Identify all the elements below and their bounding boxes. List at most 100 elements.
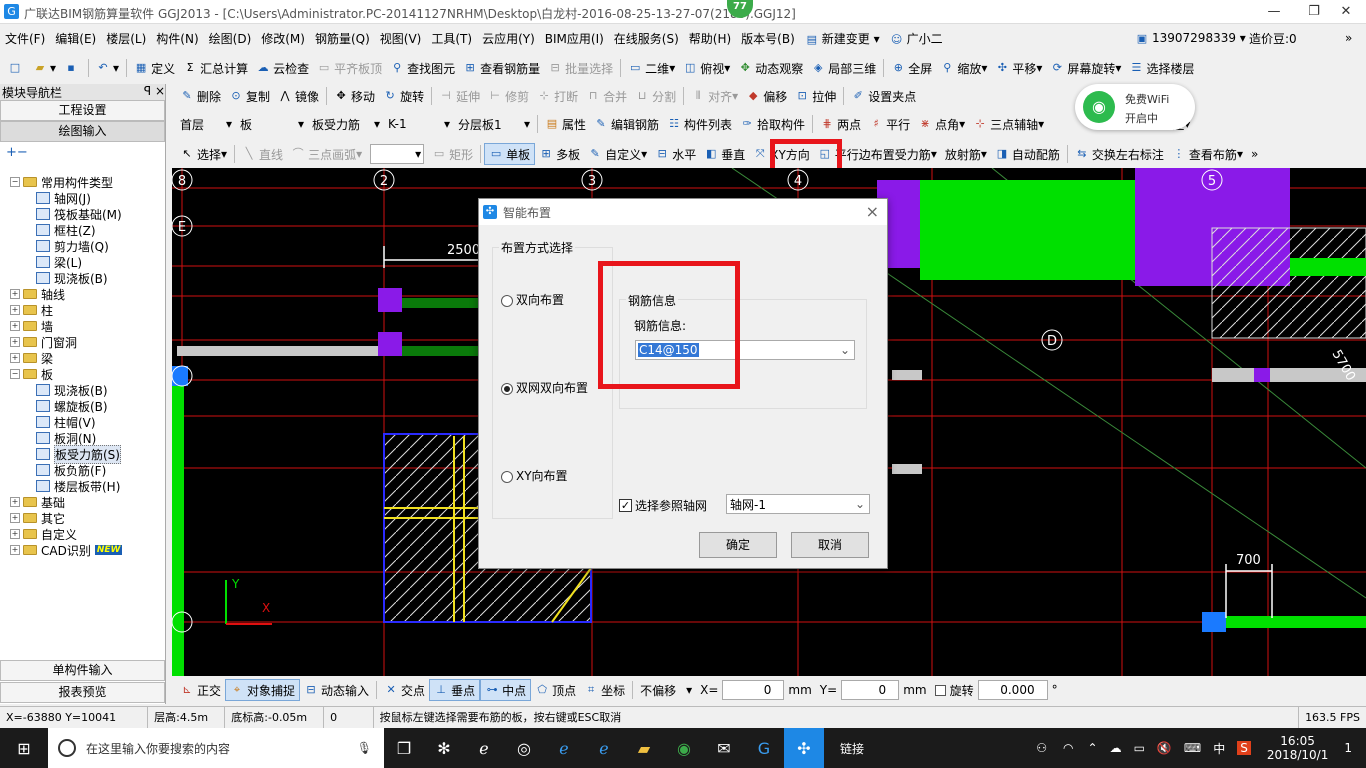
project-settings-button[interactable]: 工程设置 bbox=[0, 100, 165, 121]
properties-button[interactable]: ▤ 属性 bbox=[541, 113, 590, 135]
drawing-input-button[interactable]: 绘图输入 bbox=[0, 121, 165, 142]
align-slab-top-button[interactable]: ▭ 平齐板顶 bbox=[313, 57, 386, 79]
coordinate-snap[interactable]: ⌗ 坐标 bbox=[580, 679, 629, 701]
ok-button[interactable]: 确定 bbox=[699, 532, 777, 558]
menu-new-change[interactable]: ▤ 新建变更 ▾ bbox=[800, 30, 885, 47]
edge-browser-icon[interactable]: ℯ bbox=[544, 728, 584, 768]
wifi-popup[interactable]: ◉ 免费WiFi 开启中 bbox=[1075, 84, 1195, 130]
single-component-input-button[interactable]: 单构件输入 bbox=[0, 660, 165, 681]
pan-dropdown[interactable]: ✣ 平移 ▾ bbox=[991, 57, 1046, 79]
minimize-button[interactable]: — bbox=[1254, 2, 1294, 22]
move-button[interactable]: ✥ 移动 bbox=[330, 85, 379, 107]
menu-assistant[interactable]: ☺ 广小二 bbox=[885, 30, 948, 47]
menu-online[interactable]: 在线服务(S) bbox=[609, 30, 684, 47]
tree-item[interactable]: − 常用构件类型 bbox=[2, 174, 162, 190]
menu-edit[interactable]: 编辑(E) bbox=[50, 30, 101, 47]
three-point-arc-dropdown[interactable]: ⌒ 三点画弧 ▾ bbox=[287, 143, 366, 165]
local-3d-button[interactable]: ◈ 局部三维 bbox=[807, 57, 880, 79]
menu-floor[interactable]: 楼层(L) bbox=[101, 30, 151, 47]
radio-bidirectional[interactable]: 双向布置 bbox=[501, 291, 564, 308]
mirror-button[interactable]: ⋀ 镜像 bbox=[274, 85, 323, 107]
collapse-icon[interactable]: − bbox=[10, 369, 20, 379]
component-list-button[interactable]: ☷ 构件列表 bbox=[663, 113, 736, 135]
fan-app-icon[interactable]: ✻ bbox=[424, 728, 464, 768]
sogou-ime-icon[interactable]: S bbox=[1237, 741, 1251, 755]
x-offset-input[interactable]: 0 bbox=[722, 680, 785, 700]
menu-bim[interactable]: BIM应用(I) bbox=[540, 30, 609, 47]
open-file-button[interactable]: ▰ ▾ bbox=[29, 57, 60, 79]
three-point-axis-button[interactable]: ⊹ 三点辅轴 ▾ bbox=[969, 113, 1048, 135]
ie-browser-2-icon[interactable]: ℯ bbox=[584, 728, 624, 768]
collapse-icon[interactable]: − bbox=[10, 177, 20, 187]
radial-rebar-dropdown[interactable]: 放射筋 ▾ bbox=[941, 143, 991, 165]
undo-button[interactable]: ↶ ▾ bbox=[92, 57, 123, 79]
edit-rebar-button[interactable]: ✎ 编辑钢筋 bbox=[590, 113, 663, 135]
custom-dropdown[interactable]: ✎ 自定义 ▾ bbox=[584, 143, 651, 165]
expand-icon[interactable]: + bbox=[10, 353, 20, 363]
collapse-all-icon[interactable]: − bbox=[17, 145, 28, 160]
ref-grid-select[interactable]: 轴网-1 ⌄ bbox=[726, 494, 870, 514]
menu-view[interactable]: 视图(V) bbox=[375, 30, 427, 47]
menu-version[interactable]: 版本号(B) bbox=[736, 30, 800, 47]
rotate-button[interactable]: ↻ 旋转 bbox=[379, 85, 428, 107]
keyboard-icon[interactable]: ⌨ bbox=[1184, 741, 1201, 755]
task-view-icon[interactable]: ❐ bbox=[384, 728, 424, 768]
single-slab-button[interactable]: ▭ 单板 bbox=[484, 143, 536, 165]
tree-item[interactable]: + 自定义 bbox=[2, 526, 162, 542]
tree-item[interactable]: 板受力筋(S) bbox=[2, 444, 162, 464]
tree-item[interactable]: + 梁 bbox=[2, 350, 162, 366]
tree-item[interactable]: − 板 bbox=[2, 366, 162, 382]
people-icon[interactable]: ⚇ bbox=[1036, 741, 1047, 755]
summary-calc-button[interactable]: Σ 汇总计算 bbox=[179, 57, 252, 79]
radio-double-net[interactable]: 双网双向布置 bbox=[501, 379, 588, 396]
tree-item[interactable]: 梁(L) bbox=[2, 254, 162, 270]
tree-item[interactable]: + 其它 bbox=[2, 510, 162, 526]
fullscreen-button[interactable]: ⊕ 全屏 bbox=[887, 57, 936, 79]
menu-cloud[interactable]: 云应用(Y) bbox=[477, 30, 540, 47]
multi-slab-button[interactable]: ⊞ 多板 bbox=[535, 143, 584, 165]
select-dropdown[interactable]: ↖ 选择 ▾ bbox=[176, 143, 231, 165]
tree-item[interactable]: 柱帽(V) bbox=[2, 414, 162, 430]
green-app-icon[interactable]: ◉ bbox=[664, 728, 704, 768]
toolbar-options-icon[interactable]: » bbox=[1340, 31, 1357, 45]
volume-muted-icon[interactable]: 🔇 bbox=[1157, 741, 1172, 755]
file-explorer-icon[interactable]: ▰ bbox=[624, 728, 664, 768]
point-angle-button[interactable]: ⋇ 点角 ▾ bbox=[914, 113, 969, 135]
view-rebar-layout-dropdown[interactable]: ⋮ 查看布筋 ▾ bbox=[1168, 143, 1247, 165]
view-2d-dropdown[interactable]: ▭ 二维 ▾ bbox=[624, 57, 679, 79]
expand-icon[interactable]: + bbox=[10, 545, 20, 555]
tree-item[interactable]: + CAD识别 NEW bbox=[2, 542, 162, 558]
tree-item[interactable]: + 轴线 bbox=[2, 286, 162, 302]
tree-item[interactable]: 框柱(Z) bbox=[2, 222, 162, 238]
menu-file[interactable]: 文件(F) bbox=[0, 30, 50, 47]
split-button[interactable]: ⊔ 分割 bbox=[631, 85, 680, 107]
trim-button[interactable]: ⊢ 修剪 bbox=[484, 85, 533, 107]
ime-indicator[interactable]: 中 bbox=[1213, 740, 1225, 757]
ie-browser-icon[interactable]: ℯ bbox=[464, 728, 504, 768]
glodon-g-icon[interactable]: G bbox=[744, 728, 784, 768]
tree-item[interactable]: 楼层板带(H) bbox=[2, 478, 162, 494]
dialog-close-icon[interactable]: × bbox=[866, 202, 879, 221]
tree-item[interactable]: 剪力墙(Q) bbox=[2, 238, 162, 254]
account-phone[interactable]: ▣ 13907298339 ▾ bbox=[1130, 31, 1251, 46]
windows-start-icon[interactable]: ⊞ bbox=[0, 728, 48, 768]
new-file-button[interactable]: □ bbox=[4, 57, 29, 79]
stretch-button[interactable]: ⊡ 拉伸 bbox=[791, 85, 840, 107]
intersection-snap[interactable]: ✕ 交点 bbox=[380, 679, 429, 701]
dynamic-input-toggle[interactable]: ⊟ 动态输入 bbox=[300, 679, 373, 701]
report-preview-button[interactable]: 报表预览 bbox=[0, 682, 165, 703]
app-swirl-icon[interactable]: ◎ bbox=[504, 728, 544, 768]
merge-button[interactable]: ⊓ 合并 bbox=[582, 85, 631, 107]
swap-labels-button[interactable]: ⇆ 交换左右标注 bbox=[1071, 143, 1168, 165]
tree-item[interactable]: 现浇板(B) bbox=[2, 270, 162, 286]
find-element-button[interactable]: ⚲ 查找图元 bbox=[386, 57, 459, 79]
vertex-snap[interactable]: ⬠ 顶点 bbox=[531, 679, 580, 701]
extend-button[interactable]: ⊣ 延伸 bbox=[435, 85, 484, 107]
align-dropdown[interactable]: ⫴ 对齐 ▾ bbox=[687, 85, 742, 107]
rectangle-button[interactable]: ▭ 矩形 bbox=[428, 143, 477, 165]
taskbar-search-box[interactable]: 在这里输入你要搜索的内容 🎙 bbox=[48, 728, 384, 768]
mail-icon[interactable]: ✉ bbox=[704, 728, 744, 768]
subtype-select[interactable]: 板受力筋 ▾ bbox=[308, 113, 384, 135]
tree-item[interactable]: 螺旋板(B) bbox=[2, 398, 162, 414]
define-button[interactable]: ▦ 定义 bbox=[130, 57, 179, 79]
